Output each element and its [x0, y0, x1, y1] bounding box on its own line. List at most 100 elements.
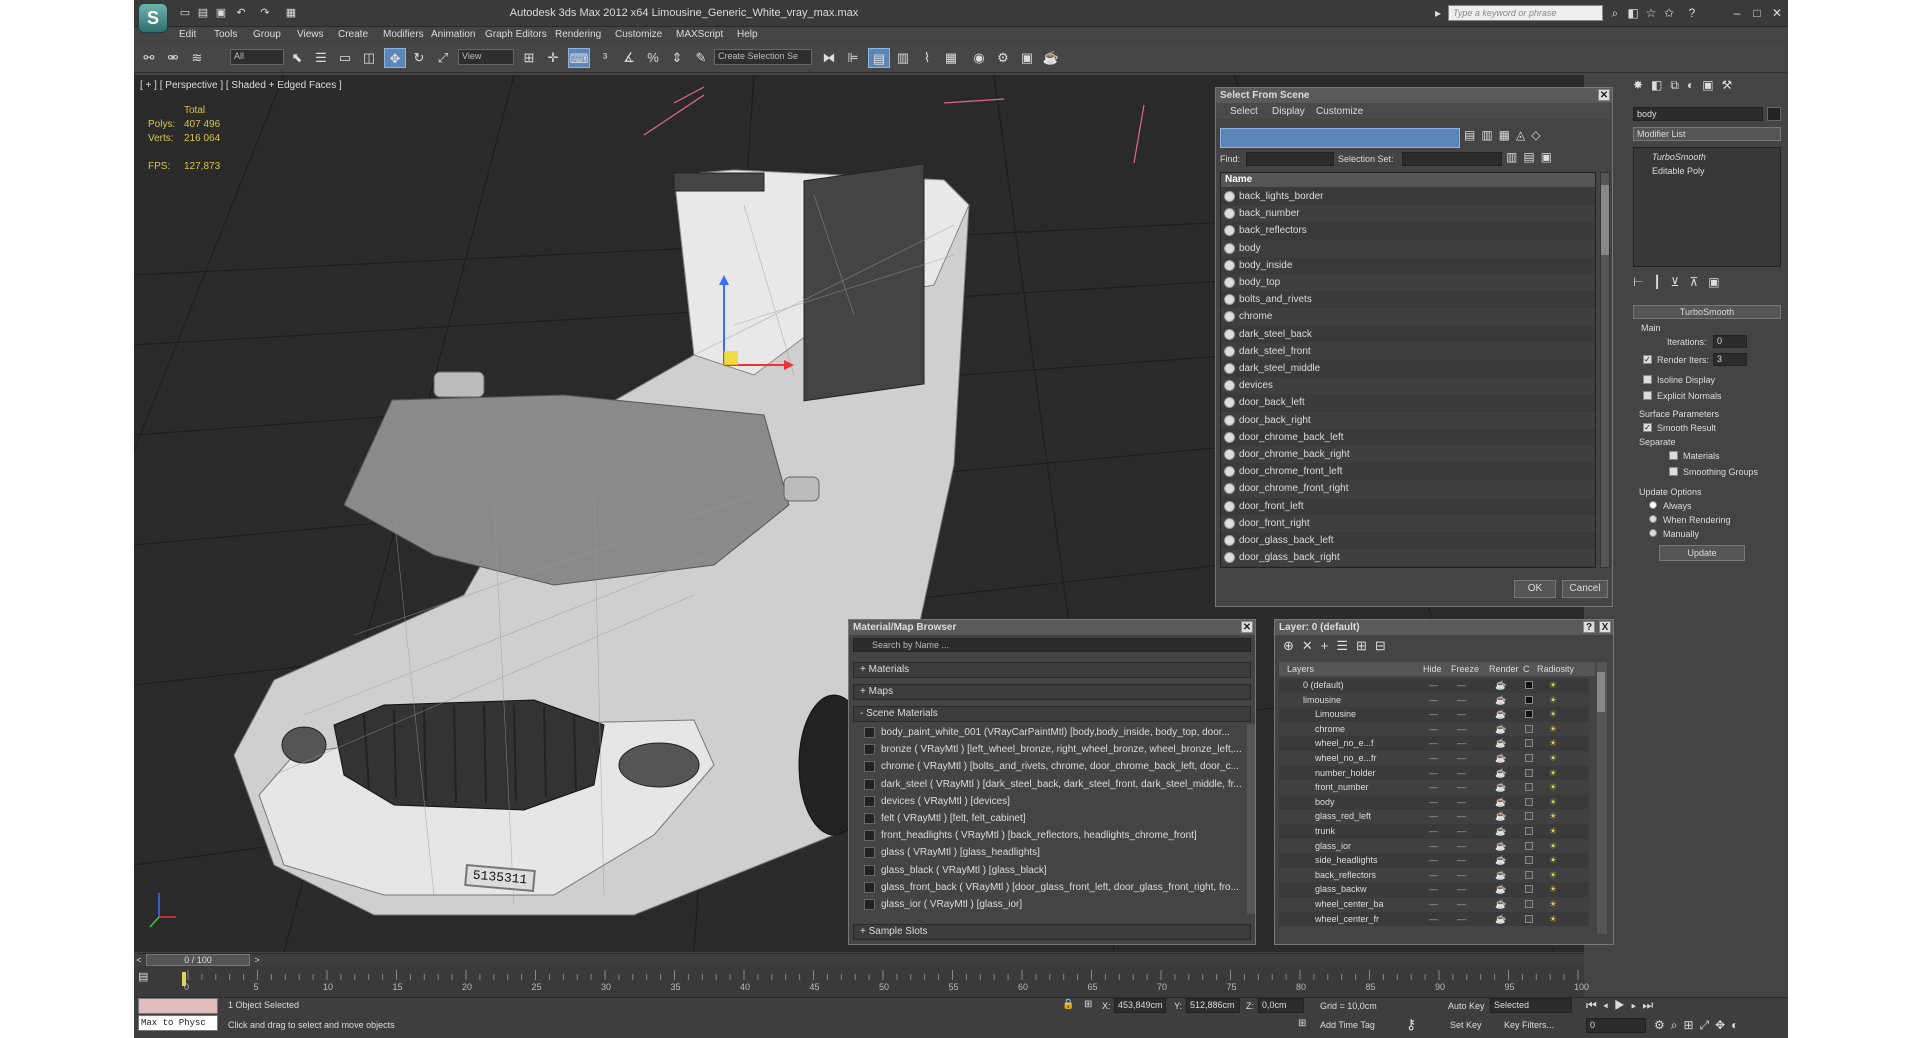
hide-toggle[interactable]: — [1429, 795, 1438, 809]
playback-controls[interactable]: ⏮◂▶▸⏭ [1586, 998, 1736, 1014]
layer-list-scrollbar[interactable] [1597, 662, 1607, 934]
scene-object-row[interactable]: door_back_left [1221, 394, 1595, 412]
subscription-icon[interactable]: ◧ [1625, 5, 1641, 21]
menu-customize[interactable]: Customize [615, 28, 662, 42]
layer-row[interactable]: glass_backw — — ☕ ☀ [1279, 882, 1589, 897]
align-icon[interactable]: ⊫ [842, 48, 864, 68]
layer-color-swatch[interactable] [1525, 710, 1533, 719]
layer-row[interactable]: body — — ☕ ☀ [1279, 794, 1589, 810]
layer-row[interactable]: back_reflectors — — ☕ ☀ [1279, 867, 1589, 883]
layer-color-swatch[interactable] [1525, 754, 1533, 762]
freeze-toggle[interactable]: — [1457, 693, 1466, 707]
selection-set-icons[interactable]: ▥▤▣ [1506, 150, 1596, 166]
close-icon[interactable]: ✕ [1769, 5, 1785, 21]
minimize-icon[interactable]: – [1729, 5, 1745, 21]
freeze-toggle[interactable]: — [1457, 912, 1466, 926]
scene-object-row[interactable]: dark_steel_middle [1221, 360, 1595, 378]
when-rendering-radio[interactable] [1649, 515, 1657, 523]
layer-row[interactable]: trunk — — ☕ ☀ [1279, 824, 1589, 839]
hide-toggle[interactable]: — [1429, 824, 1438, 838]
scene-object-list[interactable]: Name back_lights_border back_number back_r… [1220, 172, 1596, 568]
render-teapot-icon[interactable]: ☕ [1495, 751, 1506, 765]
z-coordinate-field[interactable]: 0,0cm [1258, 998, 1304, 1013]
radiosity-icon[interactable]: ☀ [1549, 795, 1557, 809]
radiosity-icon[interactable]: ☀ [1549, 780, 1557, 794]
rotate-icon[interactable]: ↻ [408, 48, 430, 68]
scene-object-row[interactable]: door_glass_back_left [1221, 532, 1595, 550]
material-editor-icon[interactable]: ◉ [968, 48, 990, 68]
display-options-icons[interactable]: ▤▥▦◬◇ [1464, 128, 1584, 148]
freeze-toggle[interactable]: — [1457, 751, 1466, 765]
time-slider[interactable]: < 0 / 100 > [134, 953, 1584, 966]
render-production-icon[interactable]: ☕ [1040, 48, 1062, 68]
column-header-name[interactable]: Name [1221, 173, 1595, 187]
select-manipulate-icon[interactable]: ✛ [542, 48, 564, 68]
radiosity-icon[interactable]: ☀ [1549, 912, 1557, 926]
layer-row[interactable]: front_number — — ☕ ☀ [1279, 780, 1589, 795]
layer-color-swatch[interactable] [1525, 914, 1533, 923]
edit-named-selection-icon[interactable]: ✎ [690, 48, 712, 68]
scene-material-row[interactable]: glass_ior ( VRayMtl ) [glass_ior] [861, 896, 1246, 913]
set-key-button[interactable]: Set Key [1450, 1020, 1482, 1030]
scene-object-row[interactable]: door_chrome_front_right [1221, 480, 1595, 498]
radiosity-icon[interactable]: ☀ [1549, 839, 1557, 853]
layer-row[interactable]: side_headlights — — ☕ ☀ [1279, 853, 1589, 868]
help-search-input[interactable]: Type a keyword or phrase [1448, 5, 1603, 21]
x-coordinate-field[interactable]: 453,849cm [1114, 998, 1166, 1013]
layer-color-swatch[interactable] [1525, 841, 1533, 850]
materials-checkbox[interactable] [1669, 451, 1678, 460]
key-filters-button[interactable]: Key Filters... [1504, 1020, 1554, 1030]
menu-maxscript[interactable]: MAXScript [676, 28, 723, 42]
radiosity-icon[interactable]: ☀ [1549, 751, 1557, 765]
maxscript-listener-input[interactable]: Max to Physc [138, 1015, 218, 1031]
render-teapot-icon[interactable]: ☕ [1495, 795, 1506, 809]
hide-toggle[interactable]: — [1429, 809, 1438, 823]
scene-object-row[interactable]: chrome [1221, 308, 1595, 326]
menu-help[interactable]: Help [737, 28, 758, 42]
reference-coordinate-dropdown[interactable]: View [458, 49, 514, 65]
menu-group[interactable]: Group [253, 28, 281, 42]
ok-button[interactable]: OK [1514, 580, 1556, 598]
scene-object-row[interactable]: body [1221, 239, 1595, 257]
stack-tools-icons[interactable]: ⊢┃⊻⊼▣ [1633, 275, 1781, 297]
scene-list-scrollbar[interactable] [1600, 172, 1610, 568]
layer-color-swatch[interactable] [1525, 885, 1533, 894]
freeze-toggle[interactable]: — [1457, 853, 1466, 867]
freeze-toggle[interactable]: — [1457, 809, 1466, 823]
communication-icon[interactable]: ☆ [1643, 5, 1659, 21]
radiosity-icon[interactable]: ☀ [1549, 882, 1557, 896]
scene-material-row[interactable]: glass_black ( VRayMtl ) [glass_black] [861, 862, 1246, 879]
command-panel-tabs[interactable]: ✸◧⧉◐▣⚒ [1633, 78, 1783, 94]
selection-filter-dropdown[interactable]: All [230, 49, 284, 65]
column-hide[interactable]: Hide [1423, 664, 1442, 674]
app-logo-icon[interactable]: S [138, 3, 168, 33]
scene-object-row[interactable]: dark_steel_front [1221, 342, 1595, 360]
freeze-toggle[interactable]: — [1457, 780, 1466, 794]
hide-toggle[interactable]: — [1429, 853, 1438, 867]
render-teapot-icon[interactable]: ☕ [1495, 853, 1506, 867]
set-key-icon[interactable]: ⚷ [1406, 1016, 1416, 1033]
rect-selection-icon[interactable]: ▭ [334, 48, 356, 68]
render-iters-spinner[interactable]: 3 [1713, 353, 1747, 366]
layer-color-swatch[interactable] [1525, 681, 1533, 689]
freeze-toggle[interactable]: — [1457, 795, 1466, 809]
radiosity-icon[interactable]: ☀ [1549, 809, 1557, 823]
scene-object-row[interactable]: door_front_left [1221, 497, 1595, 515]
iterations-spinner[interactable]: 0 [1713, 335, 1747, 348]
favorites-icon[interactable]: ✩ [1661, 5, 1677, 21]
menu-modifiers[interactable]: Modifiers [383, 28, 424, 42]
object-color-swatch[interactable] [1767, 107, 1781, 121]
materials-section[interactable]: + Materials [853, 662, 1251, 678]
scene-object-row[interactable]: door_back_right [1221, 411, 1595, 429]
tab-select[interactable]: Select [1230, 106, 1258, 117]
layer-toolbar-icons[interactable]: ⊕✕+☰⊞⊟ [1283, 638, 1483, 656]
layer-row[interactable]: 0 (default) — — ☕ ☀ [1279, 678, 1589, 693]
radiosity-icon[interactable]: ☀ [1549, 766, 1557, 780]
explicit-normals-checkbox[interactable] [1643, 391, 1652, 400]
named-selection-set-input[interactable]: Create Selection Se [714, 49, 812, 65]
hide-toggle[interactable]: — [1429, 780, 1438, 794]
always-radio[interactable] [1649, 501, 1657, 509]
freeze-toggle[interactable]: — [1457, 839, 1466, 853]
menu-rendering[interactable]: Rendering [555, 28, 601, 42]
maps-section[interactable]: + Maps [853, 684, 1251, 700]
